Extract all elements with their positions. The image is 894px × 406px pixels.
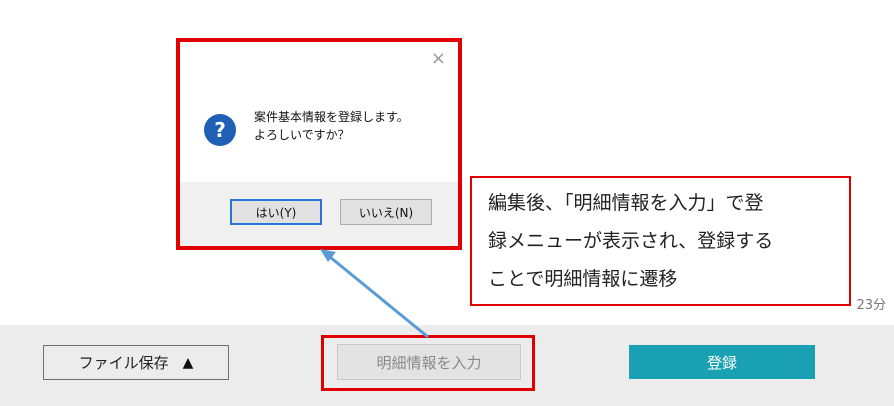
arrow-shaft: [329, 255, 429, 339]
annotation-arrow: [320, 249, 429, 339]
